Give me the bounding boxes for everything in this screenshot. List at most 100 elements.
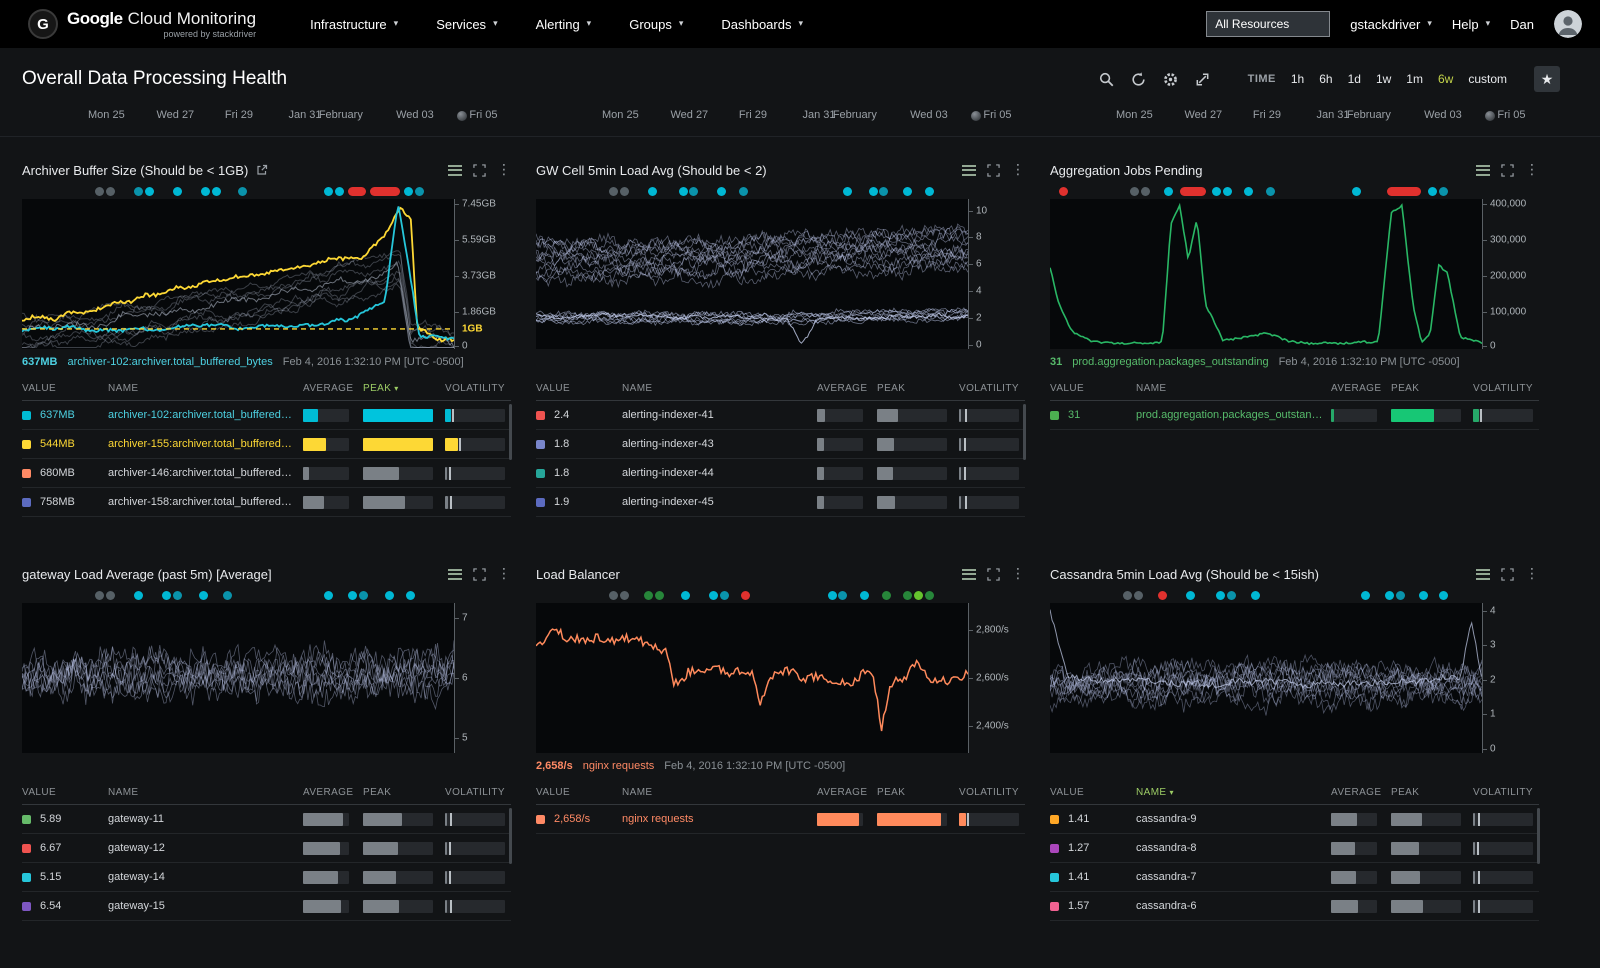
row-name[interactable]: archiver-102:archiver.total_buffered_byt… [108,409,303,421]
menu-services[interactable]: Services▾ [436,17,497,32]
column-header-name[interactable]: NAME [622,383,817,394]
row-name[interactable]: gateway-12 [108,842,303,854]
column-header-average[interactable]: AVERAGE [303,787,363,798]
legend-toggle-icon[interactable] [1476,165,1490,176]
column-header-average[interactable]: AVERAGE [1331,787,1391,798]
more-options-icon[interactable]: ⋮ [497,568,511,580]
event-dot-cyan[interactable] [335,187,344,196]
table-row[interactable]: 1.8alerting-indexer-43 [536,430,1025,459]
more-options-icon[interactable]: ⋮ [1011,568,1025,580]
event-dot-cyan[interactable] [145,187,154,196]
row-name[interactable]: cassandra-8 [1136,842,1331,854]
row-name[interactable]: archiver-155:archiver.total_buffered_byt… [108,438,303,450]
expand-panel-icon[interactable] [1501,568,1514,581]
table-scrollbar[interactable] [1537,808,1540,864]
refresh-icon[interactable] [1130,71,1147,88]
column-header-name[interactable]: NAME [1136,383,1331,394]
event-dot-cyan[interactable] [1352,187,1361,196]
event-dot-gray[interactable] [95,591,104,600]
event-dot-green[interactable] [655,591,664,600]
more-options-icon[interactable]: ⋮ [1525,568,1539,580]
event-dot-gray[interactable] [106,187,115,196]
row-name[interactable]: cassandra-7 [1136,871,1331,883]
table-row[interactable]: 637MBarchiver-102:archiver.total_buffere… [22,401,511,430]
table-scrollbar[interactable] [509,808,512,864]
column-header-average[interactable]: AVERAGE [817,787,877,798]
event-dot-teal[interactable] [1396,591,1405,600]
event-dot-cyan[interactable] [212,187,221,196]
event-dot-teal[interactable] [415,187,424,196]
table-row[interactable]: 31prod.aggregation.packages_outstanding [1050,401,1539,430]
event-dot-cyan[interactable] [843,187,852,196]
expand-panel-icon[interactable] [473,164,486,177]
event-dot-red[interactable] [348,187,366,196]
table-row[interactable]: 1.41cassandra-9 [1050,805,1539,834]
event-dot-cyan[interactable] [681,591,690,600]
table-row[interactable]: 5.15gateway-14 [22,863,511,892]
menu-groups[interactable]: Groups▾ [629,17,683,32]
event-dot-green[interactable] [903,591,912,600]
column-header-name[interactable]: NAME [108,787,303,798]
event-dot-cyan[interactable] [1439,591,1448,600]
table-row[interactable]: 1.8alerting-indexer-44 [536,459,1025,488]
event-dot-cyan[interactable] [1164,187,1173,196]
row-name[interactable]: alerting-indexer-45 [622,496,817,508]
column-header-value[interactable]: VALUE [1050,383,1136,394]
event-dot-red[interactable] [370,187,400,196]
event-dot-gray[interactable] [1141,187,1150,196]
event-dot-cyan[interactable] [1428,187,1437,196]
event-dot-cyan[interactable] [173,187,182,196]
table-row[interactable]: 5.89gateway-11 [22,805,511,834]
event-dot-teal[interactable] [223,591,232,600]
legend-toggle-icon[interactable] [1476,569,1490,580]
settings-icon[interactable] [1162,71,1179,88]
event-dot-gray[interactable] [620,187,629,196]
table-row[interactable]: 680MBarchiver-146:archiver.total_buffere… [22,459,511,488]
event-dot-red[interactable] [1387,187,1421,196]
resource-search-input[interactable] [1206,11,1330,37]
table-row[interactable]: 6.54gateway-15 [22,892,511,921]
event-dot-cyan[interactable] [201,187,210,196]
row-name[interactable]: archiver-158:archiver.total_buffered_byt… [108,496,303,508]
column-header-average[interactable]: AVERAGE [1331,383,1391,394]
event-dot-cyan[interactable] [903,187,912,196]
column-header-volatility[interactable]: VOLATILITY [445,383,511,394]
event-dot-cyan[interactable] [324,591,333,600]
event-dot-gray[interactable] [1130,187,1139,196]
row-name[interactable]: alerting-indexer-44 [622,467,817,479]
column-header-peak[interactable]: PEAK▾ [363,383,445,394]
external-link-icon[interactable] [256,164,268,176]
column-header-peak[interactable]: PEAK [877,383,959,394]
column-header-peak[interactable]: PEAK [363,787,445,798]
column-header-value[interactable]: VALUE [1050,787,1136,798]
event-dot-cyan[interactable] [1385,591,1394,600]
event-dot-teal[interactable] [1439,187,1448,196]
event-dot-cyan[interactable] [869,187,878,196]
help-menu[interactable]: Help▾ [1452,17,1490,32]
row-name[interactable]: gateway-15 [108,900,303,912]
range-1w[interactable]: 1w [1376,72,1391,86]
event-dot-cyan[interactable] [648,187,657,196]
event-dot-red[interactable] [741,591,750,600]
zoom-icon[interactable] [1098,71,1115,88]
event-dot-cyan[interactable] [348,591,357,600]
event-dot-gray[interactable] [1123,591,1132,600]
event-dot-teal[interactable] [879,187,888,196]
column-header-average[interactable]: AVERAGE [303,383,363,394]
event-dot-green[interactable] [925,591,934,600]
event-dot-cyan[interactable] [199,591,208,600]
row-name[interactable]: alerting-indexer-43 [622,438,817,450]
column-header-name[interactable]: NAME [622,787,817,798]
menu-dashboards[interactable]: Dashboards▾ [721,17,803,32]
column-header-volatility[interactable]: VOLATILITY [1473,787,1539,798]
event-dot-cyan[interactable] [324,187,333,196]
column-header-volatility[interactable]: VOLATILITY [959,787,1025,798]
event-dot-cyan[interactable] [385,591,394,600]
table-scrollbar[interactable] [1023,404,1026,460]
event-dot-cyan[interactable] [162,591,171,600]
row-name[interactable]: alerting-indexer-41 [622,409,817,421]
legend-toggle-icon[interactable] [962,569,976,580]
column-header-volatility[interactable]: VOLATILITY [959,383,1025,394]
table-row[interactable]: 1.41cassandra-7 [1050,863,1539,892]
event-dot-cyan[interactable] [1251,591,1260,600]
